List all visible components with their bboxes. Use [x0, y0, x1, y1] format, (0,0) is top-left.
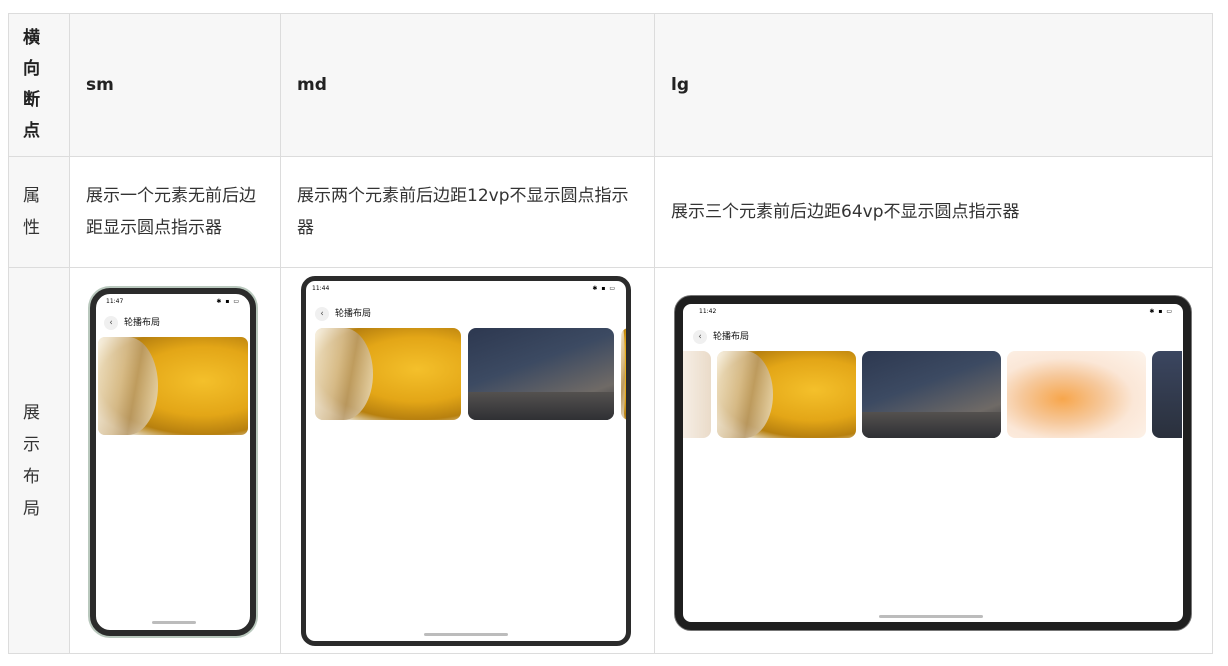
header-md: md — [280, 13, 655, 157]
foldable-mockup: 11:44 ✱ ▪ ▭ ‹ 轮播布局 — [301, 276, 631, 646]
phone-mockup: 11:47 ✱ ▪ ▭ ‹ 轮播布局 — [90, 288, 256, 636]
attribute-lg: 展示三个元素前后边距64vp不显示圆点指示器 — [654, 156, 1213, 268]
header-lg: lg — [654, 13, 1213, 157]
layout-row: 展示布局 11:47 ✱ ▪ ▭ ‹ 轮播布局 11:44 ✱ ▪ ▭ ‹ 轮播… — [8, 267, 1213, 654]
carousel-image-1[interactable] — [315, 328, 461, 420]
carousel-image-0[interactable] — [683, 351, 711, 438]
carousel-image-1[interactable] — [717, 351, 856, 438]
header-sm: sm — [69, 13, 281, 157]
home-indicator — [424, 633, 508, 636]
layout-lg-cell: 11:42 ✱ ▪ ▭ ‹ 轮播布局 — [654, 267, 1213, 654]
status-bar: 11:42 ✱ ▪ ▭ — [699, 308, 1173, 315]
attribute-sm: 展示一个元素无前后边距显示圆点指示器 — [69, 156, 281, 268]
attribute-row: 属性 展示一个元素无前后边距显示圆点指示器 展示两个元素前后边距12vp不显示圆… — [8, 156, 1213, 268]
attribute-md: 展示两个元素前后边距12vp不显示圆点指示器 — [280, 156, 655, 268]
back-button[interactable]: ‹ — [104, 316, 118, 330]
status-icons: ✱ ▪ ▭ — [1149, 308, 1173, 315]
back-button[interactable]: ‹ — [693, 330, 707, 344]
carousel-image-3[interactable] — [621, 328, 626, 420]
carousel-image-2[interactable] — [468, 328, 614, 420]
status-icons: ✱ ▪ ▭ — [216, 298, 240, 305]
tablet-mockup: 11:42 ✱ ▪ ▭ ‹ 轮播布局 — [675, 296, 1191, 630]
home-indicator — [879, 615, 983, 618]
status-icons: ✱ ▪ ▭ — [592, 285, 616, 292]
page-title: 轮播布局 — [713, 332, 750, 342]
attribute-label: 属性 — [8, 156, 70, 268]
layout-sm-cell: 11:47 ✱ ▪ ▭ ‹ 轮播布局 — [69, 267, 281, 654]
layout-label: 展示布局 — [8, 267, 70, 654]
header-breakpoint: 横向断点 — [8, 13, 70, 157]
status-bar: 11:44 ✱ ▪ ▭ — [312, 285, 616, 292]
status-bar: 11:47 ✱ ▪ ▭ — [106, 298, 240, 305]
carousel-image-4[interactable] — [1152, 351, 1182, 438]
page-title: 轮播布局 — [335, 309, 372, 319]
header-row: 横向断点 sm md lg — [8, 13, 1213, 157]
breakpoint-table: 横向断点 sm md lg 属性 展示一个元素无前后边距显示圆点指示器 展示两个… — [8, 13, 1213, 654]
carousel-image-3[interactable] — [1007, 351, 1146, 438]
home-indicator — [152, 621, 196, 624]
back-button[interactable]: ‹ — [315, 307, 329, 321]
carousel-image-1[interactable] — [98, 337, 248, 435]
carousel-image-2[interactable] — [862, 351, 1001, 438]
page-title: 轮播布局 — [124, 318, 161, 328]
layout-md-cell: 11:44 ✱ ▪ ▭ ‹ 轮播布局 — [280, 267, 655, 654]
